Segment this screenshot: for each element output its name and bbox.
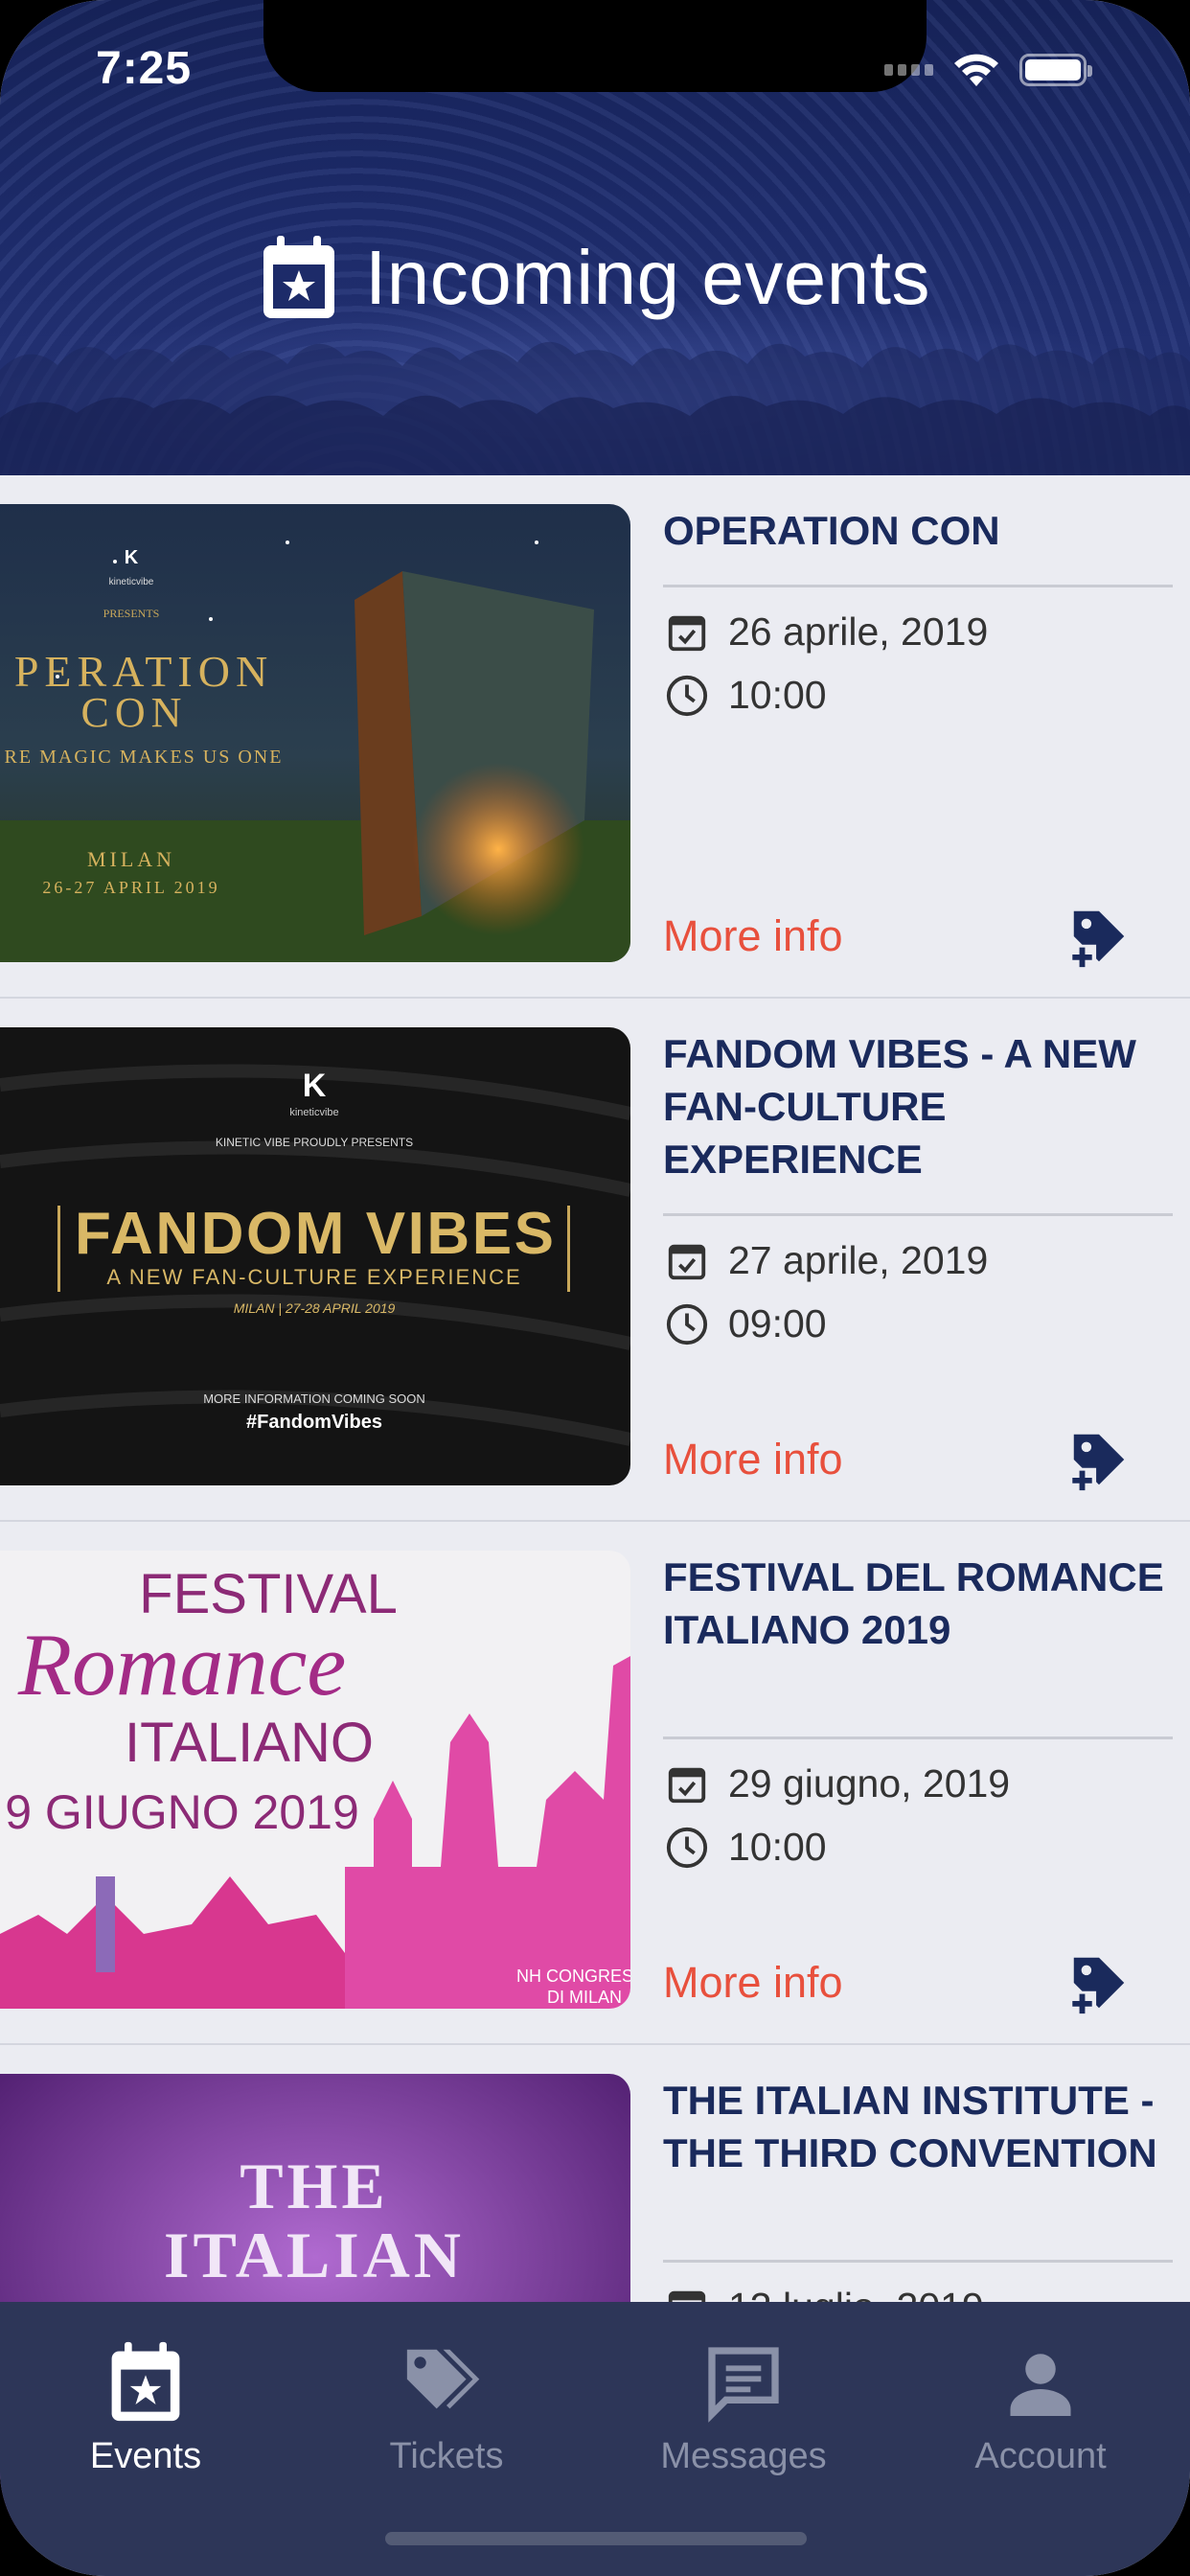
calendar-check-icon	[668, 1244, 706, 1279]
home-indicator[interactable]	[385, 2532, 807, 2545]
event-card[interactable]: K kineticvibe KINETIC VIBE PROUDLY PRESE…	[0, 999, 1190, 1522]
event-date-row: 27 aprile, 2019	[665, 1238, 988, 1283]
event-time: 10:00	[728, 1825, 827, 1869]
status-icons	[884, 52, 1092, 88]
event-date-row: 26 aprile, 2019	[665, 610, 988, 655]
battery-icon	[1019, 54, 1092, 86]
event-card[interactable]: FESTIVAL Romance ITALIANO 9 GIUGNO 2019 …	[0, 1522, 1190, 2045]
add-ticket-icon[interactable]	[1065, 1426, 1133, 1493]
tab-label: Events	[89, 2436, 202, 2476]
poster-title: FANDOM VIBES	[75, 1201, 554, 1267]
calendar-check-icon	[668, 615, 706, 651]
event-poster-festival-romance[interactable]: FESTIVAL Romance ITALIANO 9 GIUGNO 2019 …	[0, 1551, 630, 2009]
poster-presents: PRESENTS	[103, 607, 160, 620]
more-info-link[interactable]: More info	[663, 1435, 843, 1484]
tab-label: Tickets	[389, 2436, 504, 2476]
poster-coming-soon: MORE INFORMATION COMING SOON	[203, 1392, 425, 1406]
tags-icon	[406, 2349, 480, 2409]
divider	[663, 1213, 1173, 1216]
tab-tickets[interactable]: Tickets	[303, 2340, 590, 2477]
divider	[663, 585, 1173, 587]
divider	[663, 1736, 1173, 1739]
user-icon	[1010, 2354, 1071, 2416]
poster-brand: kineticvibe	[109, 577, 154, 587]
divider	[663, 2260, 1173, 2263]
poster-presents: KINETIC VIBE PROUDLY PRESENTS	[216, 1136, 413, 1149]
calendar-star-icon	[111, 2341, 180, 2422]
event-poster-fandom-vibes[interactable]: K kineticvibe KINETIC VIBE PROUDLY PRESE…	[0, 1027, 630, 1485]
tab-messages[interactable]: Messages	[600, 2340, 887, 2477]
event-time-row: 10:00	[665, 1825, 827, 1870]
wifi-icon	[954, 54, 998, 86]
event-time: 10:00	[728, 673, 827, 717]
poster-city: MILAN	[87, 847, 175, 871]
event-title[interactable]: OPERATION CON	[663, 504, 1173, 557]
more-info-link[interactable]: More info	[663, 1958, 843, 2008]
poster-line3: ITALIANO	[125, 1712, 374, 1774]
poster-tagline: RE MAGIC MAKES US ONE	[5, 747, 284, 768]
status-time: 7:25	[96, 43, 193, 94]
header-banner: 7:25 Incoming events	[0, 0, 1190, 475]
poster-line2: Romance	[17, 1616, 346, 1714]
poster-line4: 9 GIUGNO 2019	[5, 1785, 359, 1839]
poster-brand-logo: K	[303, 1068, 327, 1104]
add-ticket-icon[interactable]	[1065, 1949, 1133, 2016]
page-title: Incoming events	[0, 230, 1190, 326]
event-card[interactable]: K kineticvibe PRESENTS PERATION CON RE M…	[0, 475, 1190, 999]
more-info-link[interactable]: More info	[663, 911, 843, 961]
calendar-check-icon	[668, 1767, 706, 1803]
poster-line2: ITALIAN	[164, 2219, 465, 2291]
event-title[interactable]: FESTIVAL DEL ROMANCE ITALIANO 2019	[663, 1551, 1173, 1656]
poster-city-dates: MILAN | 27-28 APRIL 2019	[234, 1300, 396, 1316]
header-title-text: Incoming events	[364, 235, 931, 320]
tab-events[interactable]: Events	[2, 2340, 289, 2477]
message-icon	[708, 2347, 779, 2423]
poster-brand: kineticvibe	[289, 1107, 338, 1118]
poster-brand-logo: K	[125, 547, 139, 568]
clock-icon	[666, 675, 708, 716]
device-notch	[263, 0, 927, 92]
tab-label: Messages	[660, 2436, 827, 2476]
poster-line1: THE	[240, 2150, 389, 2222]
poster-dates: 26-27 APRIL 2019	[42, 878, 219, 897]
event-date: 29 giugno, 2019	[728, 1761, 1011, 1806]
poster-venue1: NH CONGRES	[516, 1966, 630, 1986]
poster-title-line2: CON	[81, 689, 188, 736]
poster-subtitle: A NEW FAN-CULTURE EXPERIENCE	[106, 1265, 521, 1289]
event-time: 09:00	[728, 1301, 827, 1346]
app-screen: 7:25 Incoming events K kineticvibe PRESE…	[0, 0, 1190, 2576]
event-poster-operation-con[interactable]: K kineticvibe PRESENTS PERATION CON RE M…	[0, 504, 630, 962]
tab-account[interactable]: Account	[897, 2340, 1184, 2477]
event-time-row: 10:00	[665, 673, 827, 718]
event-date: 26 aprile, 2019	[728, 610, 989, 654]
poster-venue2: DI MILAN	[547, 1988, 622, 2007]
poster-hashtag: #FandomVibes	[246, 1412, 382, 1433]
event-title[interactable]: FANDOM VIBES - A NEW FAN-CULTURE EXPERIE…	[663, 1027, 1173, 1185]
calendar-star-icon	[263, 236, 334, 318]
clock-icon	[666, 1303, 708, 1345]
event-time-row: 09:00	[665, 1301, 827, 1346]
clock-icon	[666, 1827, 708, 1868]
cellular-signal-icon	[884, 64, 933, 76]
event-date-row: 29 giugno, 2019	[665, 1761, 1010, 1806]
event-title[interactable]: THE ITALIAN INSTITUTE - THE THIRD CONVEN…	[663, 2074, 1173, 2179]
add-ticket-icon[interactable]	[1065, 903, 1133, 970]
events-list[interactable]: K kineticvibe PRESENTS PERATION CON RE M…	[0, 475, 1190, 2568]
tab-label: Account	[974, 2436, 1107, 2476]
event-date: 27 aprile, 2019	[728, 1238, 989, 1282]
